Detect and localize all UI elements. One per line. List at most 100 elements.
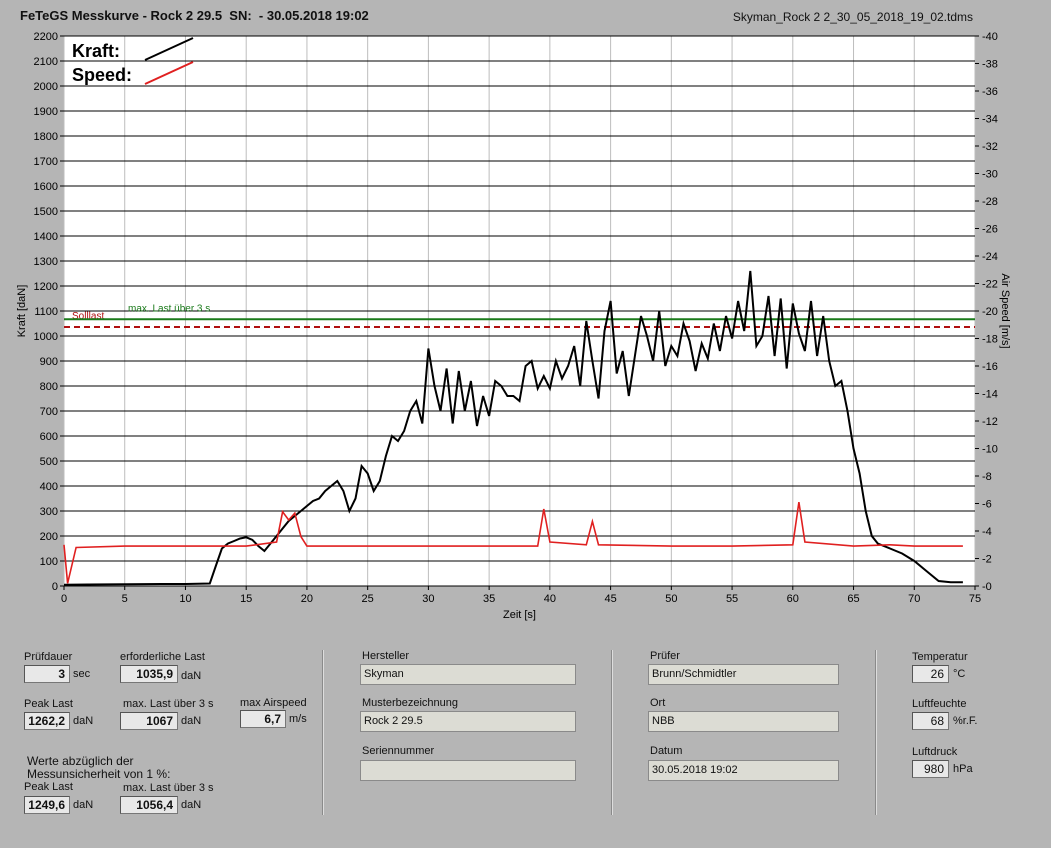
pruefer-field: Brunn/Schmidtler bbox=[648, 664, 839, 685]
y-tick-label: 2100 bbox=[34, 56, 58, 68]
y-tick-label: 1300 bbox=[34, 256, 58, 268]
x-tick-label: 60 bbox=[787, 593, 799, 605]
x-tick-label: 40 bbox=[544, 593, 556, 605]
y-tick-label: 700 bbox=[40, 406, 58, 418]
y-tick-label: 900 bbox=[40, 356, 58, 368]
y-tick-label: 1200 bbox=[34, 281, 58, 293]
y2-tick-label: -12 bbox=[982, 416, 998, 428]
erforderliche-last-unit: daN bbox=[181, 670, 202, 682]
y-tick-label: 2200 bbox=[34, 31, 58, 43]
luftfeuchte-unit: %r.F. bbox=[953, 715, 978, 727]
y2-tick-label: -28 bbox=[982, 196, 998, 208]
y2-tick-label: -20 bbox=[982, 306, 998, 318]
temperatur-value: 26 bbox=[912, 665, 949, 683]
luftfeuchte-value: 68 bbox=[912, 712, 949, 730]
y2-tick-label: -36 bbox=[982, 86, 998, 98]
x-tick-label: 15 bbox=[240, 593, 252, 605]
y-tick-label: 500 bbox=[40, 456, 58, 468]
x-tick-label: 25 bbox=[362, 593, 374, 605]
datum-label: Datum bbox=[650, 745, 683, 757]
max-last-corr-label: max. Last über 3 s bbox=[123, 782, 214, 794]
erforderliche-last-label: erforderliche Last bbox=[120, 651, 205, 663]
y2-tick-label: -2 bbox=[982, 554, 992, 566]
y-tick-label: 2000 bbox=[34, 81, 58, 93]
peak-last-corr-label: Peak Last bbox=[24, 781, 73, 793]
y-tick-label: 1900 bbox=[34, 106, 58, 118]
y-tick-label: 400 bbox=[40, 481, 58, 493]
legend-label: Kraft: bbox=[72, 41, 120, 61]
max-airspeed-label: max Airspeed bbox=[240, 697, 307, 709]
y2-tick-label: -18 bbox=[982, 334, 998, 346]
y2-tick-label: -8 bbox=[982, 471, 992, 483]
luftdruck-unit: hPa bbox=[953, 763, 973, 775]
temperatur-label: Temperatur bbox=[912, 651, 968, 663]
x-tick-label: 55 bbox=[726, 593, 738, 605]
y2-tick-label: -6 bbox=[982, 499, 992, 511]
y2-tick-label: -30 bbox=[982, 169, 998, 181]
x-tick-label: 65 bbox=[847, 593, 859, 605]
max-last-label: max. Last über 3 s bbox=[123, 698, 214, 710]
max-last-corr-unit: daN bbox=[181, 799, 202, 811]
x-tick-label: 10 bbox=[179, 593, 191, 605]
seriennummer-field bbox=[360, 760, 576, 781]
ort-label: Ort bbox=[650, 697, 666, 709]
ort-field: NBB bbox=[648, 711, 839, 732]
peak-last-corr-value: 1249,6 bbox=[24, 796, 70, 814]
x-tick-label: 30 bbox=[422, 593, 434, 605]
y-tick-label: 800 bbox=[40, 381, 58, 393]
luftdruck-label: Luftdruck bbox=[912, 746, 958, 758]
musterbezeichnung-label: Musterbezeichnung bbox=[362, 697, 459, 709]
x-tick-label: 70 bbox=[908, 593, 920, 605]
erforderliche-last-value: 1035,9 bbox=[120, 665, 178, 683]
y2-tick-label: -40 bbox=[982, 31, 998, 43]
y2-tick-label: -0 bbox=[982, 581, 992, 593]
peak-last-unit: daN bbox=[73, 715, 94, 727]
max-airspeed-value: 6,7 bbox=[240, 710, 286, 728]
max-last-unit: daN bbox=[181, 715, 202, 727]
y2-tick-label: -38 bbox=[982, 59, 998, 71]
y-tick-label: 1400 bbox=[34, 231, 58, 243]
luftdruck-value: 980 bbox=[912, 760, 949, 778]
pruefdauer-unit: sec bbox=[73, 668, 91, 680]
y-axis-title: Kraft [daN] bbox=[16, 285, 28, 338]
y-tick-label: 1000 bbox=[34, 331, 58, 343]
x-tick-label: 5 bbox=[122, 593, 128, 605]
pruefdauer-value: 3 bbox=[24, 665, 70, 683]
datum-field: 30.05.2018 19:02 bbox=[648, 760, 839, 781]
y-tick-label: 200 bbox=[40, 531, 58, 543]
y-tick-label: 1500 bbox=[34, 206, 58, 218]
panel-divider bbox=[875, 650, 877, 815]
pruefer-label: Prüfer bbox=[650, 650, 680, 662]
reference-line-label: max. Last über 3 s bbox=[128, 303, 210, 314]
y2-tick-label: -26 bbox=[982, 224, 998, 236]
y-tick-label: 0 bbox=[52, 581, 58, 593]
force-speed-chart: 0 5 10 15 20 25 30 35 40 45 50 55 60 65 70 75 0 100 200 300… bbox=[16, 31, 1011, 621]
y-tick-label: 300 bbox=[40, 506, 58, 518]
max-last-corr-value: 1056,4 bbox=[120, 796, 178, 814]
y-tick-label: 600 bbox=[40, 431, 58, 443]
luftfeuchte-label: Luftfeuchte bbox=[912, 698, 967, 710]
panel-divider bbox=[611, 650, 613, 815]
x-axis-title: Zeit [s] bbox=[503, 609, 536, 621]
pruefdauer-label: Prüfdauer bbox=[24, 651, 73, 663]
y2-tick-label: -34 bbox=[982, 114, 998, 126]
peak-last-label: Peak Last bbox=[24, 698, 73, 710]
y2-tick-label: -14 bbox=[982, 389, 998, 401]
hersteller-field: Skyman bbox=[360, 664, 576, 685]
x-tick-label: 50 bbox=[665, 593, 677, 605]
y-tick-label: 1100 bbox=[34, 306, 58, 318]
y2-tick-label: -16 bbox=[982, 361, 998, 373]
seriennummer-label: Seriennummer bbox=[362, 745, 435, 757]
reference-line-label: Solllast bbox=[72, 311, 104, 322]
peak-last-corr-unit: daN bbox=[73, 799, 94, 811]
y-tick-label: 1700 bbox=[34, 156, 58, 168]
hersteller-label: Hersteller bbox=[362, 650, 410, 662]
musterbezeichnung-field: Rock 2 29.5 bbox=[360, 711, 576, 732]
peak-last-value: 1262,2 bbox=[24, 712, 70, 730]
y2-tick-label: -4 bbox=[982, 526, 992, 538]
max-last-value: 1067 bbox=[120, 712, 178, 730]
panel-divider bbox=[322, 650, 324, 815]
x-tick-label: 35 bbox=[483, 593, 495, 605]
y-tick-label: 1800 bbox=[34, 131, 58, 143]
legend-label: Speed: bbox=[72, 65, 132, 85]
